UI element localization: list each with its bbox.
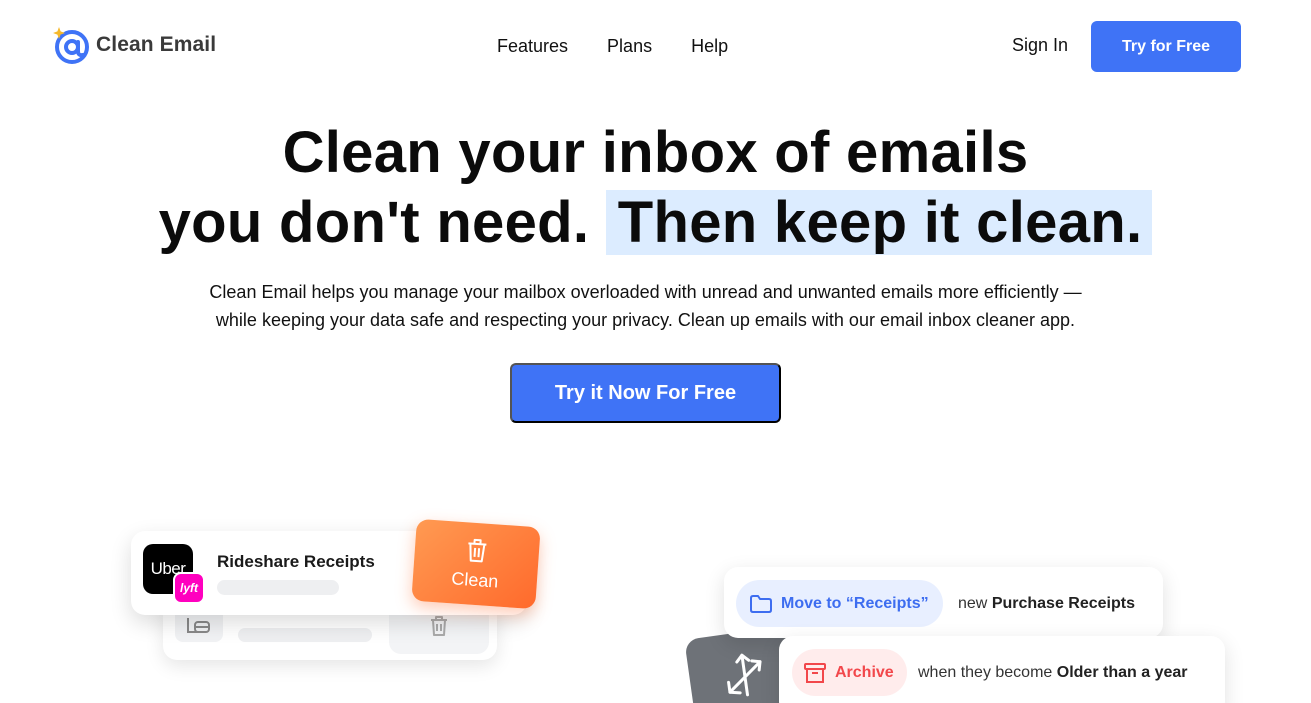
rule-move-receipts: Move to “Receipts” new Purchase Receipts [724, 567, 1163, 638]
hero-title-line1: Clean your inbox of emails [282, 120, 1029, 185]
rideshare-title: Rideshare Receipts [217, 552, 375, 571]
hero-subtitle-line1: Clean Email helps you manage your mailbo… [209, 282, 1082, 302]
brand-logo[interactable]: Clean Email [52, 26, 216, 64]
move-to-receipts-pill: Move to “Receipts” [736, 580, 943, 627]
move-action-label: Move to “Receipts” [781, 594, 929, 612]
lyft-logo: lyft [173, 572, 205, 604]
hero-title: Clean your inbox of emails you don't nee… [0, 118, 1311, 258]
rule1-prefix: new [958, 595, 988, 612]
clean-label: Clean [450, 567, 500, 592]
hero-title-line2a: you don't need. [158, 190, 590, 255]
brand-name: Clean Email [96, 33, 217, 56]
folder-icon [750, 594, 772, 613]
at-sign-logo-icon [52, 26, 90, 64]
archive-box-icon [804, 662, 826, 683]
nav-help[interactable]: Help [691, 36, 728, 57]
try-it-now-button[interactable]: Try it Now For Free [510, 363, 781, 423]
placeholder-bar [217, 580, 339, 595]
rule1-target: Purchase Receipts [991, 595, 1135, 612]
rule1-text: new Purchase Receipts [958, 595, 1135, 613]
archive-pill: Archive [792, 649, 907, 696]
placeholder-bar [238, 628, 372, 642]
nav-features[interactable]: Features [497, 36, 568, 57]
trash-icon [468, 538, 487, 562]
hero-subtitle-line2: while keeping your data safe and respect… [215, 310, 1076, 330]
rule2-target: Older than a year [1056, 664, 1188, 681]
archive-action-label: Archive [835, 663, 894, 681]
rule2-prefix: when they become [918, 664, 1053, 681]
sign-in-link[interactable]: Sign In [1012, 35, 1068, 56]
try-for-free-button[interactable]: Try for Free [1091, 21, 1241, 72]
rule2-text: when they become Older than a year [918, 664, 1187, 682]
nav-plans[interactable]: Plans [607, 36, 652, 57]
move-arrows-icon [727, 653, 762, 697]
hero-title-highlight: Then keep it clean. [605, 190, 1153, 255]
hero-subtitle: Clean Email helps you manage your mailbo… [0, 278, 1291, 334]
clean-button: Clean [411, 518, 541, 610]
rule-archive-old: Archive when they become Older than a ye… [779, 636, 1225, 703]
main-nav: Features Plans Help [497, 36, 728, 57]
